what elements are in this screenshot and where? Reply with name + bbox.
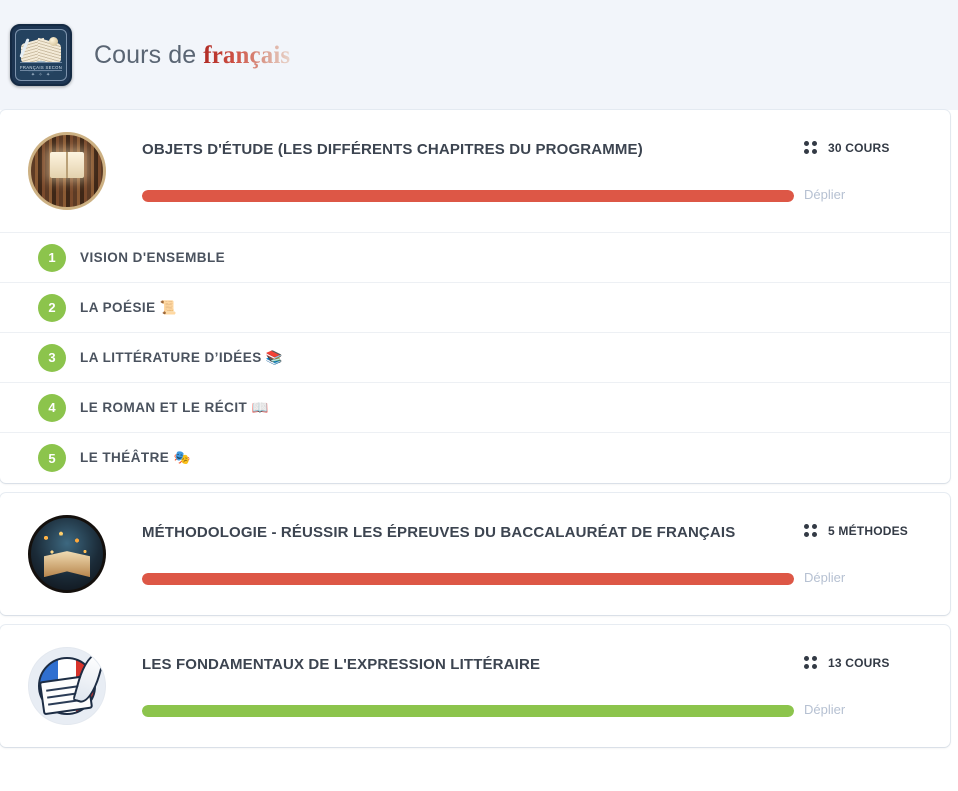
course-list: OBJETS D'ÉTUDE (LES DIFFÉRENTS CHAPITRES… (0, 110, 958, 747)
course-card-objets-detude: OBJETS D'ÉTUDE (LES DIFFÉRENTS CHAPITRES… (0, 110, 950, 483)
course-title: MÉTHODOLOGIE - RÉUSSIR LES ÉPREUVES DU B… (142, 523, 736, 541)
chapter-number-badge: 3 (38, 343, 66, 372)
quill-flag-thumbnail-icon (28, 647, 106, 725)
course-title: LES FONDAMENTAUX DE L'EXPRESSION LITTÉRA… (142, 655, 541, 673)
course-card-fondamentaux: LES FONDAMENTAUX DE L'EXPRESSION LITTÉRA… (0, 625, 950, 747)
chapter-number-badge: 2 (38, 293, 66, 322)
page-title-accent: français (203, 41, 291, 69)
grid-dots-icon (804, 140, 818, 155)
list-item[interactable]: 4 LE ROMAN ET LE RÉCIT 📖 (0, 383, 950, 433)
brand-logo-icon: FRANÇAIS SECONDE ✦ ✧ ✦ (10, 24, 72, 86)
chapter-number-badge: 5 (38, 444, 66, 472)
logo-torch-icon (49, 37, 58, 46)
course-card-methodologie: MÉTHODOLOGIE - RÉUSSIR LES ÉPREUVES DU B… (0, 493, 950, 615)
course-progress-fill (142, 704, 794, 717)
chapter-label: LE ROMAN ET LE RÉCIT 📖 (80, 399, 269, 415)
list-item[interactable]: 2 LA POÉSIE 📜 (0, 283, 950, 333)
list-item[interactable]: 3 LA LITTÉRATURE D’IDÉES 📚 (0, 333, 950, 383)
course-card-header[interactable]: LES FONDAMENTAUX DE L'EXPRESSION LITTÉRA… (0, 625, 950, 747)
course-card-main: MÉTHODOLOGIE - RÉUSSIR LES ÉPREUVES DU B… (106, 524, 804, 585)
course-card-main: OBJETS D'ÉTUDE (LES DIFFÉRENTS CHAPITRES… (106, 141, 804, 202)
course-title: OBJETS D'ÉTUDE (LES DIFFÉRENTS CHAPITRES… (142, 140, 643, 158)
chapter-label: VISION D'ENSEMBLE (80, 250, 226, 265)
chapter-list: 1 VISION D'ENSEMBLE 2 LA POÉSIE 📜 3 LA L… (0, 232, 950, 483)
course-card-side: 30 COURS Déplier (804, 126, 950, 216)
course-card-side: 5 MÉTHODES Déplier (804, 509, 950, 599)
course-progress-bar (142, 189, 794, 202)
course-count-label: 30 COURS (828, 140, 890, 155)
list-item[interactable]: 5 LE THÉÂTRE 🎭 (0, 433, 950, 483)
chapter-number-badge: 1 (38, 243, 66, 272)
logo-ribbon-text: FRANÇAIS SECONDE (20, 62, 62, 71)
course-count-label: 13 COURS (828, 655, 890, 670)
grid-dots-icon (804, 523, 818, 538)
course-card-header[interactable]: MÉTHODOLOGIE - RÉUSSIR LES ÉPREUVES DU B… (0, 493, 950, 615)
page-title-prefix: Cours de (94, 40, 204, 69)
course-card-main: LES FONDAMENTAUX DE L'EXPRESSION LITTÉRA… (106, 656, 804, 717)
course-card-header[interactable]: OBJETS D'ÉTUDE (LES DIFFÉRENTS CHAPITRES… (0, 110, 950, 232)
page-header: FRANÇAIS SECONDE ✦ ✧ ✦ Cours de français (0, 0, 958, 110)
chapter-label: LA LITTÉRATURE D’IDÉES 📚 (80, 349, 284, 365)
list-item[interactable]: 1 VISION D'ENSEMBLE (0, 233, 950, 283)
course-count: 13 COURS (804, 655, 942, 670)
course-count: 5 MÉTHODES (804, 523, 942, 538)
magic-book-thumbnail-icon (28, 515, 106, 593)
chapter-number-badge: 4 (38, 393, 66, 422)
expand-toggle-link[interactable]: Déplier (804, 187, 942, 202)
course-progress-bar (142, 704, 794, 717)
chapter-label: LA POÉSIE 📜 (80, 299, 178, 315)
library-thumbnail-icon (28, 132, 106, 210)
course-count: 30 COURS (804, 140, 942, 155)
logo-stars: ✦ ✧ ✦ (30, 72, 52, 78)
expand-toggle-link[interactable]: Déplier (804, 570, 942, 585)
course-count-label: 5 MÉTHODES (828, 523, 909, 538)
expand-toggle-link[interactable]: Déplier (804, 702, 942, 717)
chapter-label: LE THÉÂTRE 🎭 (80, 450, 191, 465)
course-card-side: 13 COURS Déplier (804, 641, 950, 731)
grid-dots-icon (804, 655, 818, 670)
course-progress-bar (142, 572, 794, 585)
course-progress-fill (142, 189, 794, 202)
page-title: Cours de français (94, 41, 290, 70)
course-progress-fill (142, 572, 794, 585)
